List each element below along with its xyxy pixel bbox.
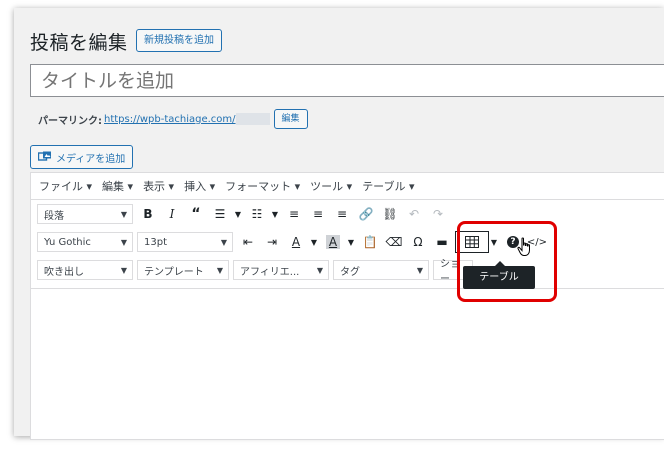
italic-icon[interactable]: I	[161, 203, 183, 225]
menu-view[interactable]: 表示 ▾	[143, 178, 174, 194]
chevron-down-icon: ▼	[216, 265, 223, 275]
indent-icon[interactable]: ⇥	[261, 231, 283, 253]
special-character-icon[interactable]: Ω	[407, 231, 429, 253]
clear-formatting-icon[interactable]: ⌫	[383, 231, 405, 253]
affiliate-select[interactable]: アフィリエ... ▼	[233, 260, 329, 280]
balloon-select-value: 吹き出し	[44, 266, 84, 278]
bullet-list-icon[interactable]: ☰	[209, 203, 231, 225]
toolbar-row-1: 段落 ▼ B I “ ☰ ▼ ☷ ▼ ≡ ≡ ≡ 🔗 ⛓ ↶ ↷	[31, 200, 664, 228]
redo-icon[interactable]: ↷	[427, 203, 449, 225]
add-new-post-button[interactable]: 新規投稿を追加	[136, 29, 222, 52]
text-color-icon[interactable]: A	[285, 231, 307, 253]
menu-table[interactable]: テーブル ▾	[362, 178, 414, 194]
menu-insert[interactable]: 挿入 ▾	[184, 178, 215, 194]
toolbar-row-2: Yu Gothic ▼ 13pt ▼ ⇤ ⇥ A ▼ A ▼ 📋 ⌫ Ω ▬ ▼ ?…	[31, 228, 664, 256]
chevron-down-icon: ▼	[416, 265, 423, 275]
post-title-input[interactable]	[30, 64, 664, 97]
align-left-icon[interactable]: ≡	[283, 203, 305, 225]
permalink-slug-blurred	[235, 113, 270, 125]
balloon-select[interactable]: 吹き出し ▼	[37, 260, 133, 280]
chevron-down-icon[interactable]: ▼	[346, 231, 356, 253]
menu-file[interactable]: ファイル ▾	[39, 178, 92, 194]
add-media-label: メディアを追加	[56, 153, 126, 165]
editor-menubar: ファイル ▾ 編集 ▾ 表示 ▾ 挿入 ▾ フォーマット ▾ ツール ▾ テーブ…	[31, 173, 664, 200]
permalink-url-link[interactable]: https://wpb-tachiage.com/	[104, 114, 236, 125]
font-size-select[interactable]: 13pt ▼	[137, 232, 233, 252]
undo-icon[interactable]: ↶	[403, 203, 425, 225]
chevron-down-icon: ▼	[120, 209, 127, 219]
font-family-value: Yu Gothic	[44, 236, 91, 248]
permalink-edit-button[interactable]: 編集	[273, 109, 308, 129]
align-center-icon[interactable]: ≡	[307, 203, 329, 225]
numbered-list-icon[interactable]: ☷	[246, 203, 268, 225]
menu-edit[interactable]: 編集 ▾	[102, 178, 133, 194]
bold-icon[interactable]: B	[137, 203, 159, 225]
hand-cursor-icon	[517, 237, 530, 256]
permalink-label: パーマリンク:	[38, 115, 102, 127]
align-right-icon[interactable]: ≡	[331, 203, 353, 225]
chevron-down-icon[interactable]: ▼	[233, 203, 243, 225]
chevron-down-icon[interactable]: ▼	[270, 203, 280, 225]
background-color-icon[interactable]: A	[322, 231, 344, 253]
media-icon	[38, 151, 51, 161]
toolbar-row-3: 吹き出し ▼ テンプレート ▼ アフィリエ... ▼ タグ ▼ ショー	[31, 256, 664, 285]
chevron-down-icon: ▼	[120, 237, 127, 247]
page-title: 投稿を編集	[30, 32, 128, 54]
font-family-select[interactable]: Yu Gothic ▼	[37, 232, 133, 252]
tag-select[interactable]: タグ ▼	[333, 260, 429, 280]
template-select[interactable]: テンプレート ▼	[137, 260, 229, 280]
classic-editor: ファイル ▾ 編集 ▾ 表示 ▾ 挿入 ▾ フォーマット ▾ ツール ▾ テーブ…	[30, 172, 664, 440]
menu-tools[interactable]: ツール ▾	[310, 178, 352, 194]
unlink-icon[interactable]: ⛓	[379, 203, 401, 225]
highlight-box	[457, 221, 557, 302]
edit-post-panel: 投稿を編集 新規投稿を追加 パーマリンク: https://wpb-tachia…	[14, 8, 664, 440]
chevron-down-icon: ▼	[220, 237, 227, 247]
editor-content-area[interactable]	[31, 288, 664, 439]
chevron-down-icon[interactable]: ▼	[309, 231, 319, 253]
format-select-value: 段落	[44, 210, 64, 222]
tag-select-value: タグ	[340, 266, 360, 278]
menu-format[interactable]: フォーマット ▾	[225, 178, 300, 194]
chevron-down-icon: ▼	[120, 265, 127, 275]
affiliate-select-value: アフィリエ...	[240, 266, 300, 278]
outdent-icon[interactable]: ⇤	[237, 231, 259, 253]
chevron-down-icon: ▼	[316, 265, 323, 275]
blockquote-icon[interactable]: “	[185, 203, 207, 225]
permalink-row: パーマリンク: https://wpb-tachiage.com/ 編集	[38, 109, 308, 129]
font-size-value: 13pt	[144, 236, 167, 248]
paste-as-text-icon[interactable]: 📋	[359, 231, 381, 253]
link-icon[interactable]: 🔗	[355, 203, 377, 225]
template-select-value: テンプレート	[144, 266, 204, 278]
add-media-button[interactable]: メディアを追加	[30, 145, 134, 169]
format-select[interactable]: 段落 ▼	[37, 204, 133, 224]
horizontal-line-icon[interactable]: ▬	[431, 231, 453, 253]
